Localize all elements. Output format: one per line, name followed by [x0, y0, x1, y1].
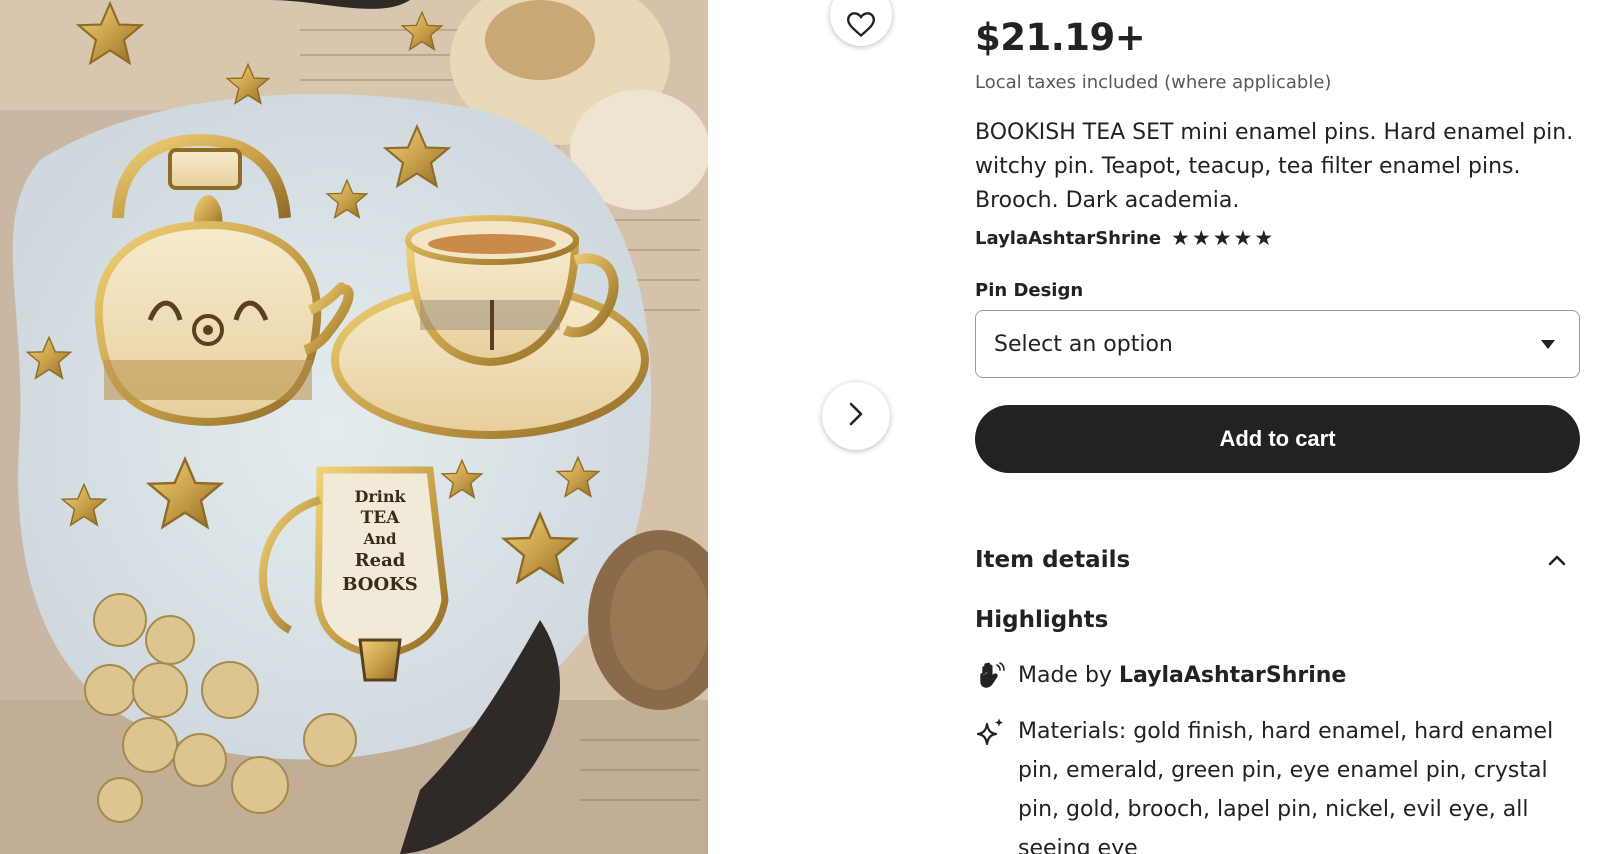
- highlight-materials: Materials: gold finish, hard enamel, har…: [975, 712, 1580, 854]
- star-icon: ★: [1191, 226, 1211, 250]
- made-by-prefix: Made by: [1018, 663, 1112, 688]
- sparkles-icon: [975, 716, 1007, 748]
- made-by-shop-link[interactable]: LaylaAshtarShrine: [1119, 663, 1346, 688]
- pin-design-select[interactable]: Select an option: [975, 310, 1580, 378]
- chevron-right-icon: [845, 401, 867, 431]
- price: $21.19+: [975, 16, 1146, 59]
- product-title: BOOKISH TEA SET mini enamel pins. Hard e…: [975, 120, 1574, 213]
- shop-name-link[interactable]: LaylaAshtarShrine: [975, 228, 1161, 249]
- tag-text-line-2: TEA: [361, 508, 401, 528]
- variation-label: Pin Design: [975, 280, 1084, 301]
- favorite-button[interactable]: [830, 0, 892, 46]
- caret-down-icon: [1541, 339, 1555, 349]
- chevron-up-icon: [1548, 551, 1566, 570]
- product-image[interactable]: Drink TEA And Read BOOKS: [0, 0, 708, 854]
- item-details-title: Item details: [975, 547, 1131, 573]
- star-icon: ★: [1254, 226, 1274, 250]
- add-to-cart-button[interactable]: Add to cart: [975, 405, 1580, 473]
- shop-rating-row: LaylaAshtarShrine ★ ★ ★ ★ ★: [975, 228, 1273, 250]
- made-by-text: Made by LaylaAshtarShrine: [1018, 656, 1346, 695]
- tag-text-line-1: Drink: [354, 487, 406, 506]
- select-value: Select an option: [994, 331, 1173, 357]
- tag-text-line-5: BOOKS: [342, 574, 418, 595]
- materials-text: Materials: gold finish, hard enamel, har…: [1018, 719, 1554, 854]
- item-details-toggle[interactable]: Item details: [975, 540, 1580, 580]
- tax-note: Local taxes included (where applicable): [975, 72, 1332, 93]
- highlight-made-by: Made by LaylaAshtarShrine: [975, 656, 1580, 695]
- heart-icon: [846, 12, 876, 42]
- star-icon: ★: [1212, 226, 1232, 250]
- next-image-button[interactable]: [822, 382, 890, 450]
- tag-text-line-4: Read: [355, 550, 406, 571]
- hand-wave-icon: [975, 660, 1007, 692]
- star-icon: ★: [1233, 226, 1253, 250]
- star-icon: ★: [1171, 226, 1190, 250]
- star-rating[interactable]: ★ ★ ★ ★ ★: [1171, 228, 1273, 249]
- highlights-title: Highlights: [975, 607, 1109, 633]
- tag-text-line-3: And: [362, 530, 397, 548]
